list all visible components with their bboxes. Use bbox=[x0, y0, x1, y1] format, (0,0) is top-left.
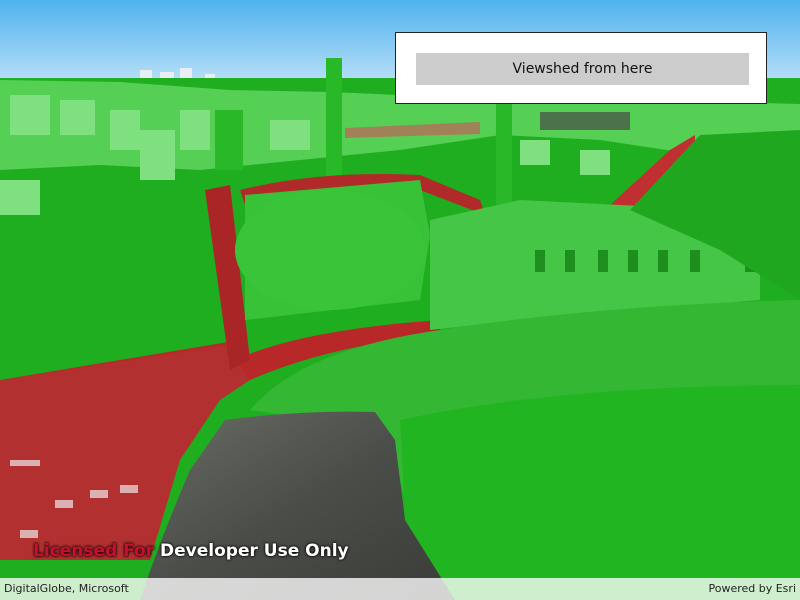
viewshed-from-here-button[interactable]: Viewshed from here bbox=[416, 53, 749, 85]
powered-by-esri[interactable]: Powered by Esri bbox=[708, 582, 796, 595]
license-watermark: Licensed For Developer Use Only bbox=[33, 541, 349, 561]
visible-round-tower bbox=[235, 190, 425, 310]
license-licensed-for: Licensed For bbox=[33, 541, 155, 561]
attribution-text: DigitalGlobe, Microsoft bbox=[4, 582, 129, 595]
visible-foreground-ground bbox=[400, 385, 800, 600]
license-developer-use: Developer Use Only bbox=[160, 541, 349, 561]
attribution-bar: DigitalGlobe, Microsoft Powered by Esri bbox=[0, 578, 800, 600]
distant-dark-structure bbox=[540, 112, 630, 130]
viewshed-panel: Viewshed from here bbox=[395, 32, 767, 104]
